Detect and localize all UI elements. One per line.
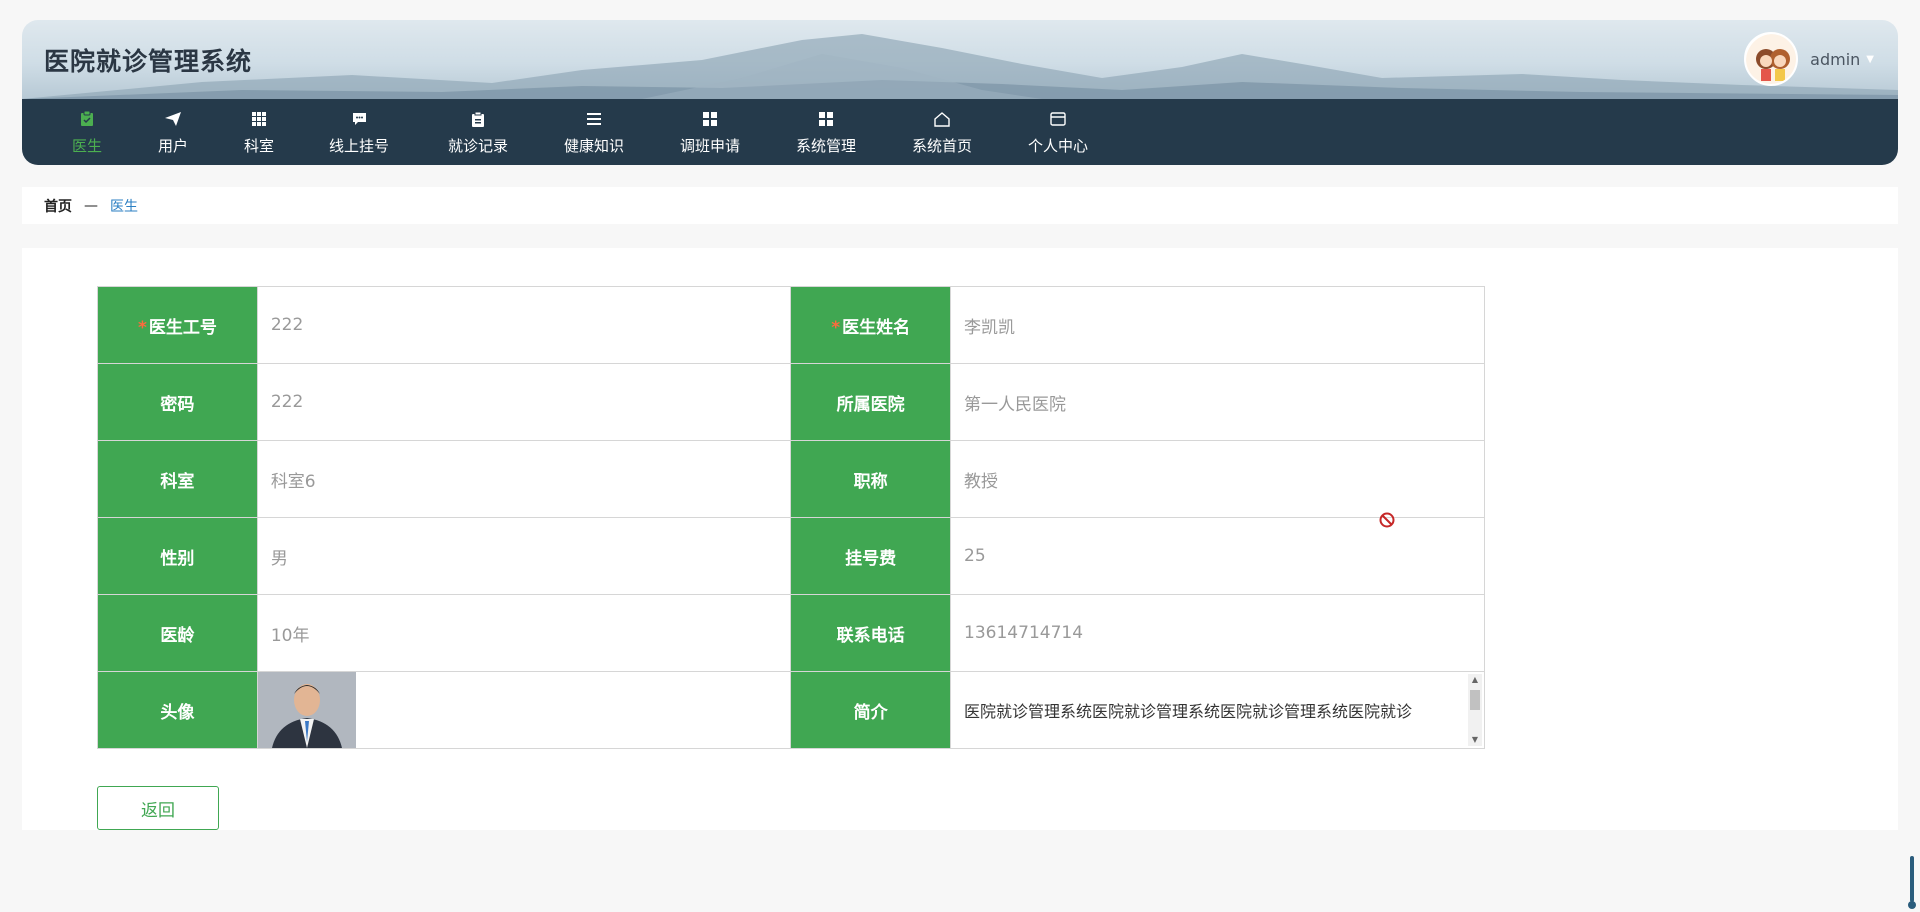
field-label-hospital: 所属医院 <box>790 363 952 441</box>
comment-icon <box>352 109 367 129</box>
required-mark: * <box>831 317 841 338</box>
nav-label: 医生 <box>71 137 102 155</box>
nav-item-department[interactable]: 科室 <box>228 99 290 165</box>
app-title: 医院就诊管理系统 <box>44 47 253 76</box>
nav-item-shift-request[interactable]: 调班申请 <box>660 99 760 165</box>
form-row: * 医生工号 222 * 医生姓名 李凯凯 <box>97 286 1485 364</box>
field-value-doctor-id: 222 <box>256 286 792 364</box>
doctor-detail-form: * 医生工号 222 * 医生姓名 李凯凯 密码 222 所属医院 第一人民医院 科… <box>97 286 1485 749</box>
nav-label: 调班申请 <box>679 137 740 155</box>
nav-item-system-management[interactable]: 系统管理 <box>760 99 892 165</box>
form-row: 医龄 10年 联系电话 13614714714 <box>97 594 1485 672</box>
field-value-password: 222 <box>256 363 792 441</box>
field-label-title: 职称 <box>790 440 952 518</box>
intro-scrollbar[interactable]: ▲ ▼ <box>1468 674 1482 746</box>
form-row: 密码 222 所属医院 第一人民医院 <box>97 363 1485 441</box>
window-icon <box>1050 109 1066 129</box>
nav-item-user[interactable]: 用户 <box>118 99 228 165</box>
field-value-avatar <box>256 671 792 749</box>
nav-label: 用户 <box>157 137 188 155</box>
intro-textarea[interactable]: 医院就诊管理系统医院就诊管理系统医院就诊管理系统医院就诊 ▲ ▼ <box>951 672 1484 748</box>
field-label-years-of-practice: 医龄 <box>97 594 258 672</box>
breadcrumb-home[interactable]: 首页 <box>44 196 72 216</box>
field-value-gender: 男 <box>256 517 792 595</box>
field-label-avatar: 头像 <box>97 671 258 749</box>
nav-label: 就诊记录 <box>447 137 508 155</box>
field-value-registration-fee: 25 <box>950 517 1485 595</box>
clipboard-icon <box>80 109 94 129</box>
field-label-department: 科室 <box>97 440 258 518</box>
field-value-phone: 13614714714 <box>950 594 1485 672</box>
doctor-photo[interactable] <box>257 672 356 748</box>
doctor-detail-panel: * 医生工号 222 * 医生姓名 李凯凯 密码 222 所属医院 第一人民医院 科… <box>22 248 1898 830</box>
breadcrumb-separator: — <box>84 197 98 214</box>
field-value-title: 教授 <box>950 440 1485 518</box>
nav-label: 个人中心 <box>1027 137 1088 155</box>
field-label-intro: 简介 <box>790 671 952 749</box>
field-label-registration-fee: 挂号费 <box>790 517 952 595</box>
clipboard-icon <box>472 109 484 129</box>
nav-label: 系统管理 <box>795 137 856 155</box>
nav-item-health-knowledge[interactable]: 健康知识 <box>528 99 660 165</box>
grid-icon <box>252 109 266 129</box>
main-nav: 医生 用户 科室 线上挂号 就诊记录 健康知识 调班申请 系统管理 系统首页 个… <box>22 99 1898 165</box>
nav-item-personal-center[interactable]: 个人中心 <box>992 99 1124 165</box>
mountain-banner-image <box>22 34 1898 99</box>
nav-item-system-home[interactable]: 系统首页 <box>892 99 992 165</box>
send-icon <box>165 109 181 129</box>
form-row: 头像 简介 医院就诊管理系统医院就诊管理系统医院就诊管理系统医院就诊 ▲ ▼ <box>97 671 1485 749</box>
field-label-doctor-name: * 医生姓名 <box>790 286 952 364</box>
form-row: 性别 男 挂号费 25 <box>97 517 1485 595</box>
user-avatar[interactable] <box>1744 32 1799 86</box>
field-value-years-of-practice: 10年 <box>256 594 792 672</box>
user-menu[interactable]: admin ▼ <box>1744 32 1874 86</box>
scroll-up-arrow-icon[interactable]: ▲ <box>1468 674 1482 686</box>
field-value-hospital: 第一人民医院 <box>950 363 1485 441</box>
field-value-department: 科室6 <box>256 440 792 518</box>
nav-item-visit-records[interactable]: 就诊记录 <box>428 99 528 165</box>
breadcrumb: 首页 — 医生 <box>22 187 1898 224</box>
scrollbar-thumb[interactable] <box>1470 690 1480 710</box>
apps-icon <box>819 109 833 129</box>
not-allowed-cursor-icon <box>1379 512 1395 528</box>
nav-item-online-registration[interactable]: 线上挂号 <box>290 99 428 165</box>
thermometer-icon <box>1908 856 1916 909</box>
username[interactable]: admin <box>1810 50 1860 69</box>
nav-label: 线上挂号 <box>328 137 389 155</box>
scroll-down-arrow-icon[interactable]: ▼ <box>1468 734 1482 746</box>
nav-label: 系统首页 <box>911 137 972 155</box>
field-value-doctor-name: 李凯凯 <box>950 286 1485 364</box>
field-label-password: 密码 <box>97 363 258 441</box>
list-icon <box>587 109 601 129</box>
header-banner: 医院就诊管理系统 admin ▼ <box>22 20 1898 99</box>
field-value-intro: 医院就诊管理系统医院就诊管理系统医院就诊管理系统医院就诊 ▲ ▼ <box>950 671 1485 749</box>
app-header: 医院就诊管理系统 admin ▼ 医生 用户 科室 线上挂号 就诊记录 健康知识… <box>22 20 1898 165</box>
home-icon <box>934 109 950 129</box>
back-button[interactable]: 返回 <box>97 786 219 830</box>
intro-text: 医院就诊管理系统医院就诊管理系统医院就诊管理系统医院就诊 <box>964 702 1413 721</box>
field-label-phone: 联系电话 <box>790 594 952 672</box>
breadcrumb-current[interactable]: 医生 <box>110 196 138 216</box>
nav-label: 科室 <box>243 137 274 155</box>
field-label-doctor-id: * 医生工号 <box>97 286 258 364</box>
apps-icon <box>703 109 717 129</box>
nav-item-doctor[interactable]: 医生 <box>56 99 118 165</box>
nav-label: 健康知识 <box>563 137 624 155</box>
required-mark: * <box>137 317 147 338</box>
field-label-gender: 性别 <box>97 517 258 595</box>
form-row: 科室 科室6 职称 教授 <box>97 440 1485 518</box>
chevron-down-icon[interactable]: ▼ <box>1866 54 1874 65</box>
